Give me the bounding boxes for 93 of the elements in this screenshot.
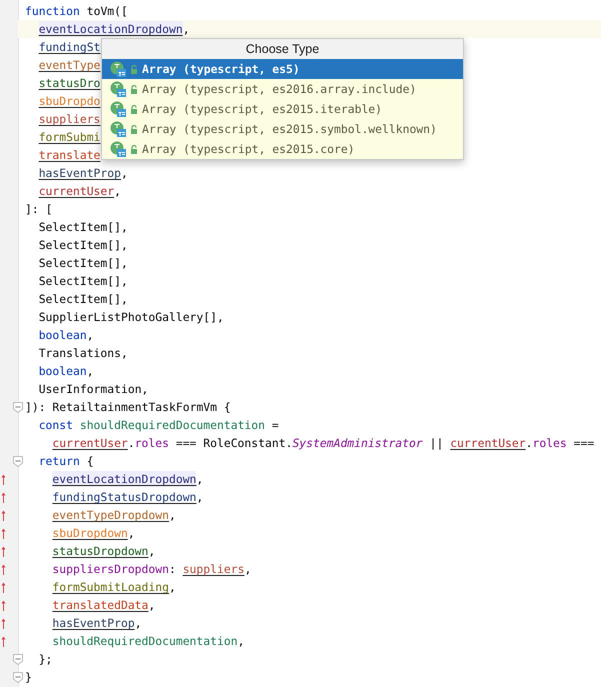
code-text: SelectItem[],	[38, 219, 128, 235]
option-label: Array (typescript, es2015.core)	[142, 142, 355, 156]
code-text: hasEventProp	[38, 165, 121, 181]
code-text: }	[25, 669, 32, 685]
code-text: ,	[168, 579, 176, 595]
code-text: ,	[238, 633, 244, 649]
lock-icon	[130, 124, 138, 134]
code-text: currentUser	[52, 435, 128, 451]
code-text: SelectItem[],	[38, 255, 128, 271]
lock-icon	[130, 144, 138, 154]
code-text: Translations,	[38, 345, 128, 361]
code-text: const	[38, 417, 74, 433]
code-text: ,	[128, 525, 135, 541]
code-text: ,	[86, 327, 94, 343]
code-text: ]): RetailtainmentTaskFormVm {	[25, 399, 231, 415]
code-text: currentUser	[38, 183, 114, 199]
class-icon	[110, 101, 126, 117]
code-text: statusDropdown	[52, 543, 148, 559]
option-label: Array (typescript, es2016.array.include)	[142, 82, 416, 96]
class-icon	[110, 141, 126, 157]
code-text: ,	[168, 507, 176, 523]
fold-icon[interactable]	[13, 654, 23, 664]
code-text: .	[526, 435, 532, 451]
fold-icon[interactable]	[13, 672, 23, 682]
code-text: .	[128, 435, 135, 451]
code-text: shouldRequiredDocumentation	[52, 633, 238, 649]
code-text: translate	[38, 147, 100, 163]
code-text: statusDro	[38, 75, 100, 91]
code-text: hasEventProp	[52, 615, 135, 631]
code-text: :	[168, 561, 177, 577]
lock-icon	[130, 104, 138, 114]
class-icon	[110, 121, 126, 137]
code-text: eventType	[38, 57, 100, 73]
lock-icon	[130, 64, 138, 74]
option-label: Array (typescript, es2015.symbol.wellknown)	[142, 122, 437, 136]
code-text: suppliers	[38, 111, 100, 127]
code-text: currentUser	[450, 435, 526, 451]
code-text: ,	[134, 615, 142, 631]
code-text: roles	[532, 435, 567, 451]
option-label: Array (typescript, es2015.iterable)	[142, 102, 382, 116]
code-text: SupplierListPhotoGallery[],	[38, 309, 224, 325]
code-text: formSubmi	[38, 129, 100, 145]
code-text: ,	[86, 363, 94, 379]
fold-icon[interactable]	[13, 402, 23, 412]
code-text: fundingStatusDropdown	[52, 489, 196, 505]
code-text: ===	[572, 435, 594, 451]
code-text: eventLocationDropdown	[52, 471, 196, 487]
code-text: ,	[182, 21, 190, 37]
type-option[interactable]: Array (typescript, es2016.array.include)	[102, 79, 463, 99]
code-text: return	[38, 453, 80, 469]
code-text: ,	[196, 471, 204, 487]
option-label: Array (typescript, es5)	[142, 62, 300, 76]
code-text: fundingSt	[38, 39, 100, 55]
type-option[interactable]: Array (typescript, es2015.iterable)	[102, 99, 463, 119]
code-text: };	[38, 651, 52, 667]
code-text: translatedData	[52, 597, 148, 613]
code-text: ]: [	[25, 201, 52, 217]
code-text: toVm([	[86, 3, 128, 19]
code-text: eventTypeDropdown	[52, 507, 169, 523]
code-text: ,	[148, 597, 156, 613]
fold-icon[interactable]	[13, 456, 23, 466]
code-text: boolean	[38, 327, 87, 343]
code-text: ,	[244, 561, 252, 577]
code-text: ,	[148, 543, 156, 559]
lock-icon	[130, 84, 138, 94]
type-option[interactable]: Array (typescript, es5)	[102, 59, 463, 79]
code-text: SystemAdministrator	[292, 435, 423, 451]
code-text: sbuDropdown	[52, 525, 128, 541]
class-icon	[110, 61, 126, 77]
class-icon	[110, 81, 126, 97]
code-text: suppliersDropdown	[52, 561, 169, 577]
code-text: {	[86, 453, 94, 469]
code-text: === RoleConstant.	[174, 435, 292, 451]
code-text: shouldRequiredDocumentation	[80, 417, 266, 433]
type-option[interactable]: Array (typescript, es2015.core)	[102, 139, 463, 159]
code-text: function	[25, 3, 80, 19]
popup-title: Choose Type	[102, 39, 463, 59]
code-text: sbuDropdo	[38, 93, 100, 109]
code-text: eventLocationDropdown	[38, 21, 183, 37]
code-text: SelectItem[],	[38, 291, 128, 307]
code-text: suppliers	[182, 561, 244, 577]
code-text: ,	[120, 165, 128, 181]
code-text: ||	[428, 435, 444, 451]
code-text: ,	[114, 183, 121, 199]
code-text: boolean	[38, 363, 87, 379]
code-text: UserInformation,	[38, 381, 148, 397]
code-text: SelectItem[],	[38, 237, 128, 253]
code-text: roles	[134, 435, 169, 451]
code-text: ,	[196, 489, 204, 505]
type-option[interactable]: Array (typescript, es2015.symbol.wellknown)	[102, 119, 463, 139]
code-text: =	[270, 417, 279, 433]
code-text: formSubmitLoading	[52, 579, 169, 595]
code-text: SelectItem[],	[38, 273, 128, 289]
